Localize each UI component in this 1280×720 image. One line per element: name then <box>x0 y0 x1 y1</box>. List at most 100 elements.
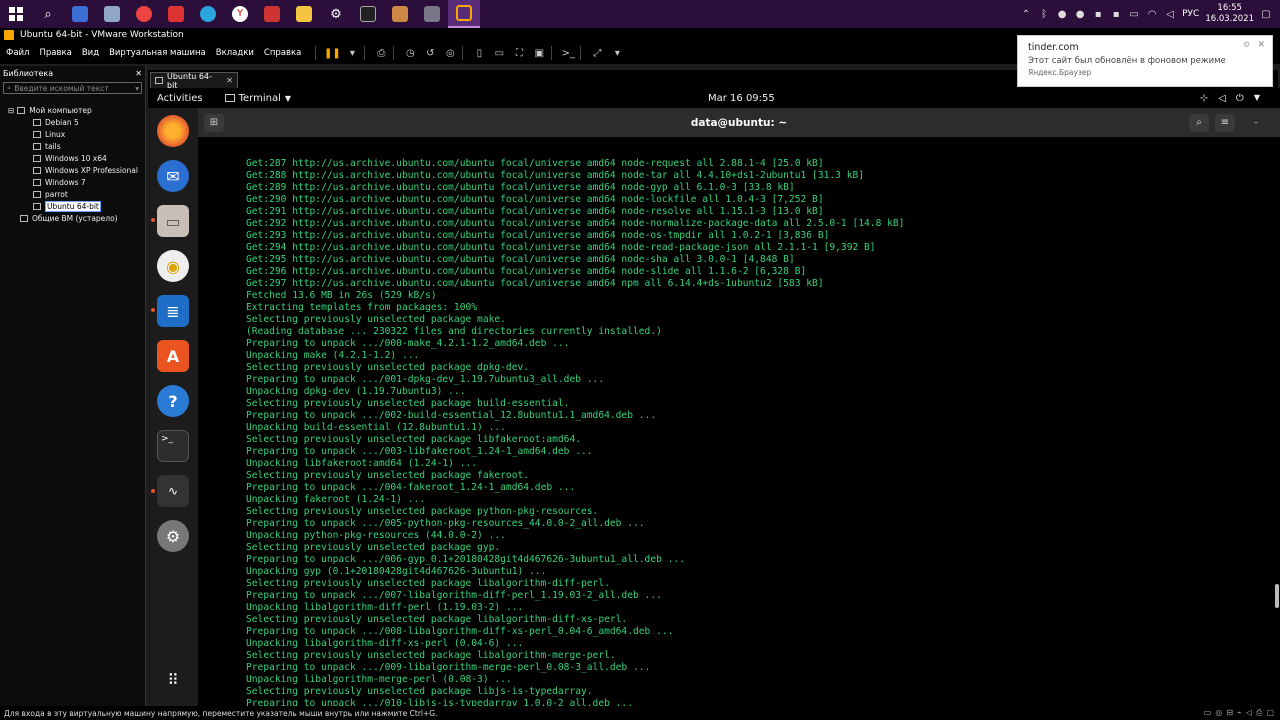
gnome-clock[interactable]: Mar 16 09:55 <box>708 93 775 104</box>
printer-icon[interactable]: ⎙ <box>1256 708 1262 718</box>
tree-item-vm[interactable]: Linux <box>0 128 145 140</box>
menu-vm[interactable]: Виртуальная машина <box>109 48 206 58</box>
chevron-down-icon[interactable]: ▾ <box>135 84 139 93</box>
vm-icon <box>33 178 41 186</box>
chevron-up-icon[interactable]: ⌃ <box>1020 8 1032 20</box>
tree-item-vm[interactable]: tails <box>0 140 145 152</box>
collapse-icon[interactable]: ⊟ <box>8 106 14 115</box>
pause-button[interactable]: ❚❚ <box>324 45 341 61</box>
terminal-line: Preparing to unpack .../006-gyp_0.1+2018… <box>246 554 685 565</box>
libreoffice-writer-icon[interactable]: ≣ <box>157 295 189 327</box>
thumbnail-bar-button[interactable]: ▭ <box>491 45 507 61</box>
console-view-button[interactable]: >_ <box>560 45 576 61</box>
network-adapter-icon[interactable]: ⊟ <box>1226 708 1233 718</box>
system-menu[interactable]: ⊹ ◁ ⏻ ▼ <box>1200 93 1260 104</box>
show-applications-icon[interactable]: ⠿ <box>157 664 189 696</box>
folder-icon[interactable] <box>288 0 320 28</box>
vmware-icon[interactable] <box>448 0 480 28</box>
display-icon[interactable]: ▢ <box>1266 708 1274 718</box>
app-icon[interactable] <box>384 0 416 28</box>
language-indicator[interactable]: РУС <box>1182 9 1199 19</box>
snapshot-button[interactable]: ◷ <box>402 45 418 61</box>
telegram-icon[interactable] <box>192 0 224 28</box>
menu-help[interactable]: Справка <box>264 48 301 58</box>
tree-shared-vms[interactable]: Общие ВМ (устарело) <box>0 212 145 224</box>
app-icon[interactable] <box>96 0 128 28</box>
volume-icon[interactable]: ◁ <box>1164 8 1176 20</box>
app-icon[interactable] <box>256 0 288 28</box>
stretch-guest-button[interactable]: ⤢ <box>589 45 605 61</box>
settings-icon[interactable]: ⚙ <box>157 520 189 552</box>
menu-tabs[interactable]: Вкладки <box>216 48 254 58</box>
library-search-input[interactable]: ⌕ Введите искомый текст ▾ <box>3 82 142 94</box>
hamburger-menu-icon[interactable]: ≡ <box>1215 113 1235 132</box>
tray-app-icon[interactable]: ● <box>1056 8 1068 20</box>
cdrom-icon[interactable]: ◎ <box>1215 708 1222 718</box>
tray-app-icon[interactable]: ▪ <box>1092 8 1104 20</box>
browser-notification[interactable]: ⚙ ✕ tinder.com Этот сайт был обновлён в … <box>1017 35 1273 87</box>
hdd-icon[interactable]: ▭ <box>1204 708 1212 718</box>
tree-root-label: Мой компьютер <box>29 105 92 115</box>
app-icon[interactable] <box>160 0 192 28</box>
chrome-icon[interactable] <box>128 0 160 28</box>
app-icon[interactable] <box>416 0 448 28</box>
terminal-line: Selecting previously unselected package … <box>246 314 506 325</box>
terminal-scrollbar[interactable] <box>1275 584 1279 608</box>
gear-icon[interactable]: ⚙ <box>320 0 352 28</box>
thunderbird-icon[interactable]: ✉ <box>157 160 189 192</box>
full-screen-button[interactable]: ⛶ <box>511 45 527 61</box>
yandex-browser-icon[interactable]: Y <box>224 0 256 28</box>
app-icon[interactable] <box>64 0 96 28</box>
tab-ubuntu-64-bit[interactable]: Ubuntu 64-bit ✕ <box>150 71 238 90</box>
menu-view[interactable]: Вид <box>82 48 99 58</box>
tray-app-icon[interactable]: ▪ <box>1110 8 1122 20</box>
chevron-down-icon[interactable]: ▾ <box>344 45 360 61</box>
activities-button[interactable]: Activities <box>157 93 203 104</box>
minimize-icon[interactable]: – <box>1249 116 1263 130</box>
tree-root[interactable]: ⊟ Мой компьютер <box>0 104 145 116</box>
search-icon[interactable]: ⌕ <box>32 0 64 28</box>
vm-tree: ⊟ Мой компьютер Debian 5 Linux tails Win… <box>0 96 145 224</box>
tree-item-vm[interactable]: Windows XP Professional <box>0 164 145 176</box>
clock[interactable]: 16:55 16.03.2021 <box>1205 3 1254 25</box>
help-icon[interactable]: ? <box>157 385 189 417</box>
tab-label: Ubuntu 64-bit <box>167 71 212 90</box>
tree-item-vm[interactable]: Windows 10 x64 <box>0 152 145 164</box>
system-monitor-icon[interactable]: ∿ <box>157 475 189 507</box>
gear-icon[interactable]: ⚙ <box>1243 40 1250 49</box>
close-icon[interactable]: ✕ <box>1257 40 1265 50</box>
terminal-output[interactable]: Get:287 http://us.archive.ubuntu.com/ubu… <box>246 158 1268 706</box>
usb-icon[interactable]: ⌁ <box>1237 708 1242 718</box>
windows-start-icon[interactable] <box>0 0 32 28</box>
tree-item-vm[interactable]: Debian 5 <box>0 116 145 128</box>
firefox-icon[interactable] <box>157 115 189 147</box>
bluetooth-icon[interactable]: ᛒ <box>1038 8 1050 20</box>
terminal-icon[interactable]: >_ <box>157 430 189 462</box>
menu-edit[interactable]: Правка <box>39 48 71 58</box>
snapshot-manager-button[interactable]: ◎ <box>442 45 458 61</box>
search-icon[interactable]: ⌕ <box>1189 113 1209 132</box>
app-menu-terminal[interactable]: Terminal ▼ <box>224 93 291 104</box>
tree-item-vm-selected[interactable]: Ubuntu 64-bit <box>0 200 145 212</box>
chevron-down-icon[interactable]: ▾ <box>609 45 625 61</box>
notification-center-icon[interactable]: ▢ <box>1260 8 1272 20</box>
close-icon[interactable]: ✕ <box>226 76 233 85</box>
ubuntu-software-icon[interactable]: A <box>157 340 189 372</box>
tree-item-vm[interactable]: Windows 7 <box>0 176 145 188</box>
ubuntu-guest-screen[interactable]: Activities Terminal ▼ Mar 16 09:55 ⊹ ◁ ⏻… <box>148 88 1280 706</box>
tree-item-vm[interactable]: parrot <box>0 188 145 200</box>
terminal-icon[interactable] <box>352 0 384 28</box>
close-icon[interactable]: ✕ <box>135 69 142 78</box>
rhythmbox-icon[interactable]: ◉ <box>157 250 189 282</box>
show-library-button[interactable]: ▯ <box>471 45 487 61</box>
menu-file[interactable]: Файл <box>6 48 29 58</box>
battery-icon[interactable]: ▭ <box>1128 8 1140 20</box>
tray-app-icon[interactable]: ● <box>1074 8 1086 20</box>
sound-icon[interactable]: ◁ <box>1246 708 1252 718</box>
clock-date: 16.03.2021 <box>1205 14 1254 24</box>
send-ctrl-alt-del-button[interactable]: ⎙ <box>373 45 389 61</box>
wifi-icon[interactable]: ◠ <box>1146 8 1158 20</box>
revert-snapshot-button[interactable]: ↺ <box>422 45 438 61</box>
files-icon[interactable]: ▭ <box>157 205 189 237</box>
unity-button[interactable]: ▣ <box>531 45 547 61</box>
